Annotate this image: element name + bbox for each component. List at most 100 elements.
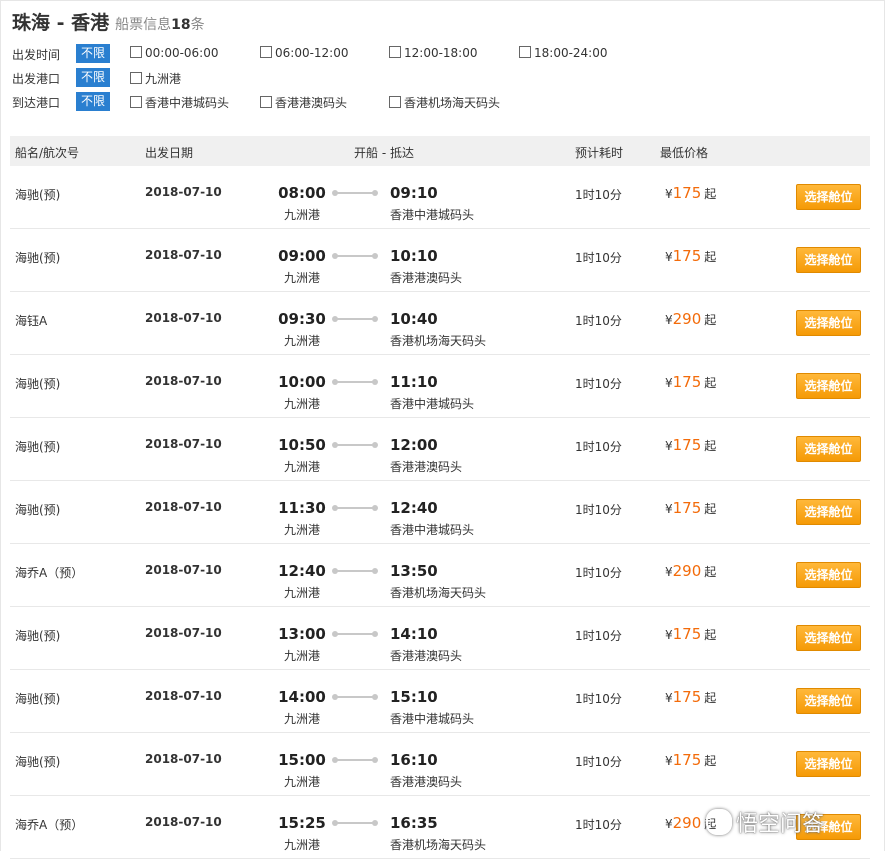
- table-row: 海驰(预) 2018-07-10 10:50 九洲港 12:00 香港港澳码头 …: [10, 418, 870, 481]
- filter-option[interactable]: 香港中港城码头: [130, 94, 229, 111]
- departure-time: 15:25: [278, 814, 326, 832]
- currency-symbol: ¥: [665, 628, 673, 642]
- filter-label: 出发时间: [12, 48, 61, 62]
- price-value: 290: [672, 562, 702, 580]
- duration: 1时10分: [575, 440, 622, 454]
- select-cabin-button[interactable]: 选择舱位: [796, 310, 861, 336]
- currency-symbol: ¥: [665, 250, 673, 264]
- route-line-icon: [332, 442, 378, 448]
- departure-port: 九洲港: [283, 649, 320, 663]
- departure-time: 14:00: [278, 688, 326, 706]
- select-cabin-button[interactable]: 选择舱位: [796, 688, 861, 714]
- departure-date: 2018-07-10: [145, 374, 222, 388]
- currency-symbol: ¥: [665, 691, 673, 705]
- departure-time: 15:00: [278, 751, 326, 769]
- arrival-port: 香港港澳码头: [390, 460, 463, 474]
- select-cabin-button[interactable]: 选择舱位: [796, 562, 861, 588]
- table-row: 海钰A 2018-07-10 09:30 九洲港 10:40 香港机场海天码头 …: [10, 292, 870, 355]
- departure-port: 九洲港: [283, 208, 320, 222]
- route-line-icon: [332, 379, 378, 385]
- ship-name: 海驰(预): [15, 377, 61, 391]
- checkbox[interactable]: [389, 46, 401, 58]
- filter-option[interactable]: 九洲港: [130, 70, 181, 87]
- filter-all-button[interactable]: 不限: [76, 68, 110, 87]
- checkbox[interactable]: [260, 96, 272, 108]
- checkbox[interactable]: [519, 46, 531, 58]
- arrival-time: 16:35: [390, 814, 438, 832]
- arrival-port: 香港机场海天码头: [390, 838, 487, 852]
- arrival-port: 香港机场海天码头: [390, 586, 487, 600]
- select-cabin-button[interactable]: 选择舱位: [796, 625, 861, 651]
- filter-all-button[interactable]: 不限: [76, 44, 110, 63]
- departure-date: 2018-07-10: [145, 185, 222, 199]
- departure-port: 九洲港: [283, 460, 320, 474]
- schedule-list: 海驰(预) 2018-07-10 08:00 九洲港 09:10 香港中港城码头…: [10, 166, 870, 859]
- checkbox[interactable]: [260, 46, 272, 58]
- departure-port: 九洲港: [283, 712, 320, 726]
- price-suffix: 起: [704, 187, 717, 201]
- result-count: 18: [171, 17, 191, 33]
- departure-time: 12:40: [278, 562, 326, 580]
- arrival-port: 香港港澳码头: [390, 271, 463, 285]
- checkbox[interactable]: [389, 96, 401, 108]
- filter-option[interactable]: 香港机场海天码头: [389, 94, 500, 111]
- filter-option[interactable]: 香港港澳码头: [260, 94, 347, 111]
- price-value: 175: [672, 184, 702, 202]
- price-suffix: 起: [704, 250, 717, 264]
- arrival-port: 香港中港城码头: [390, 523, 475, 537]
- header-times: 开船 - 抵达: [354, 146, 414, 160]
- duration: 1时10分: [575, 377, 622, 391]
- lowest-price: ¥175 起: [665, 373, 716, 391]
- currency-symbol: ¥: [665, 376, 673, 390]
- route-line-icon: [332, 631, 378, 637]
- select-cabin-button[interactable]: 选择舱位: [796, 373, 861, 399]
- price-value: 290: [672, 310, 702, 328]
- duration: 1时10分: [575, 755, 622, 769]
- duration: 1时10分: [575, 503, 622, 517]
- select-cabin-button[interactable]: 选择舱位: [796, 184, 861, 210]
- filter-option[interactable]: 12:00-18:00: [389, 46, 478, 60]
- filter-all-button[interactable]: 不限: [76, 92, 110, 111]
- arrival-port: 香港港澳码头: [390, 649, 463, 663]
- table-row: 海驰(预) 2018-07-10 11:30 九洲港 12:40 香港中港城码头…: [10, 481, 870, 544]
- currency-symbol: ¥: [665, 439, 673, 453]
- price-value: 175: [672, 688, 702, 706]
- lowest-price: ¥175 起: [665, 436, 716, 454]
- route-title: 珠海 - 香港: [12, 12, 110, 34]
- checkbox[interactable]: [130, 96, 142, 108]
- departure-date: 2018-07-10: [145, 689, 222, 703]
- arrival-port: 香港机场海天码头: [390, 334, 487, 348]
- arrival-port: 香港港澳码头: [390, 775, 463, 789]
- header-duration: 预计耗时: [575, 146, 624, 160]
- filter-label: 到达港口: [12, 96, 61, 110]
- filter-option[interactable]: 00:00-06:00: [130, 46, 219, 60]
- table-row: 海驰(预) 2018-07-10 08:00 九洲港 09:10 香港中港城码头…: [10, 166, 870, 229]
- departure-date: 2018-07-10: [145, 437, 222, 451]
- price-value: 290: [672, 814, 702, 832]
- header-ship: 船名/航次号: [15, 146, 80, 160]
- checkbox[interactable]: [130, 46, 142, 58]
- header-date: 出发日期: [145, 146, 194, 160]
- ship-name: 海驰(预): [15, 440, 61, 454]
- select-cabin-button[interactable]: 选择舱位: [796, 751, 861, 777]
- filter-arrival-port: 到达港口 不限 香港中港城码头 香港港澳码头 香港机场海天码头: [12, 92, 632, 112]
- checkbox[interactable]: [130, 72, 142, 84]
- route-line-icon: [332, 820, 378, 826]
- filter-departure-time: 出发时间 不限 00:00-06:00 06:00-12:00 12:00-18…: [12, 44, 632, 64]
- ship-name: 海乔A（预）: [15, 818, 84, 832]
- select-cabin-button[interactable]: 选择舱位: [796, 436, 861, 462]
- table-row: 海驰(预) 2018-07-10 10:00 九洲港 11:10 香港中港城码头…: [10, 355, 870, 418]
- arrival-time: 10:40: [390, 310, 438, 328]
- route-line-icon: [332, 316, 378, 322]
- duration: 1时10分: [575, 188, 622, 202]
- table-row: 海驰(预) 2018-07-10 09:00 九洲港 10:10 香港港澳码头 …: [10, 229, 870, 292]
- arrival-time: 10:10: [390, 247, 438, 265]
- filter-option[interactable]: 06:00-12:00: [260, 46, 349, 60]
- departure-time: 10:00: [278, 373, 326, 391]
- departure-port: 九洲港: [283, 838, 320, 852]
- currency-symbol: ¥: [665, 313, 673, 327]
- select-cabin-button[interactable]: 选择舱位: [796, 247, 861, 273]
- filter-option[interactable]: 18:00-24:00: [519, 46, 608, 60]
- select-cabin-button[interactable]: 选择舱位: [796, 499, 861, 525]
- departure-port: 九洲港: [283, 523, 320, 537]
